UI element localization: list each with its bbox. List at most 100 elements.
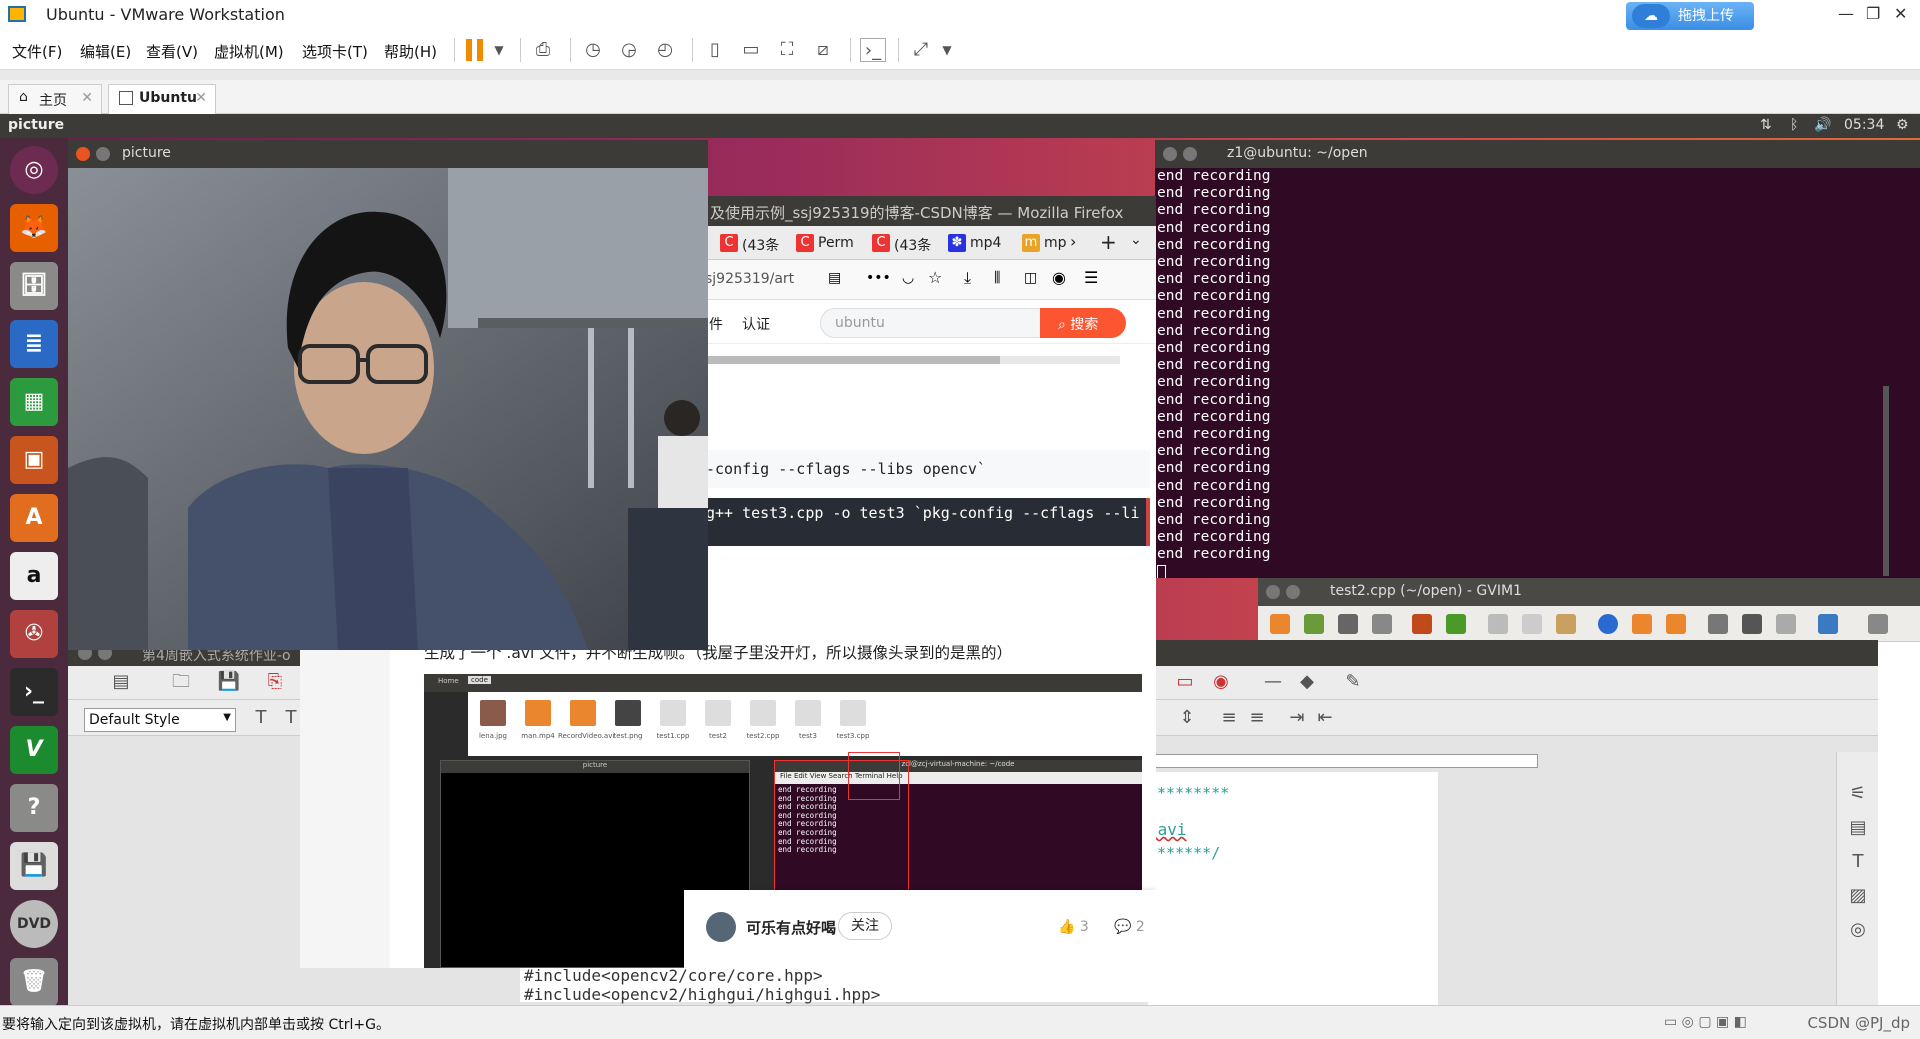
- minimize-icon[interactable]: [96, 147, 110, 161]
- redo-icon[interactable]: [1446, 614, 1466, 634]
- horizontal-ruler[interactable]: [1148, 754, 1538, 768]
- print-icon[interactable]: [1372, 614, 1392, 634]
- ubuntu-desktop[interactable]: picture ⇅ ᛒ 🔊 05:34 ⚙ ◎ 🦊 🗄 ≣ ▦ ▣ A a ✇ …: [0, 114, 1920, 1005]
- full-screen-icon[interactable]: ⛶: [774, 38, 800, 62]
- paragraph-style-select[interactable]: Default Style ▼: [84, 708, 236, 732]
- load-session-icon[interactable]: [1708, 614, 1728, 634]
- help-icon[interactable]: ?: [10, 784, 58, 832]
- libreoffice-calc-icon[interactable]: ▦: [10, 378, 58, 426]
- author-name[interactable]: 可乐有点好喝: [746, 917, 836, 938]
- software-center-icon[interactable]: A: [10, 494, 58, 542]
- vim-icon[interactable]: V: [10, 726, 58, 774]
- volume-icon[interactable]: 🔊: [1814, 117, 1831, 133]
- revert-snapshot-icon[interactable]: ◶: [616, 38, 642, 62]
- settings-gear-icon[interactable]: ⚙: [1896, 117, 1909, 133]
- terminal-scrollbar[interactable]: [1883, 386, 1889, 576]
- hamburger-menu-icon[interactable]: ☰: [1084, 268, 1098, 287]
- firefox-icon[interactable]: 🦊: [10, 204, 58, 252]
- minimize-icon[interactable]: —: [1838, 4, 1854, 23]
- save-all-icon[interactable]: [1338, 614, 1358, 634]
- run-script-icon[interactable]: [1776, 614, 1796, 634]
- increase-spacing-icon[interactable]: ≡: [1216, 706, 1242, 730]
- sidebar-icon[interactable]: ◫: [1024, 270, 1037, 286]
- nav-item-certification[interactable]: 认证: [742, 314, 770, 334]
- terminal-output[interactable]: end recording end recording end recording e…: [1157, 168, 1271, 578]
- close-icon[interactable]: ✕: [195, 90, 207, 106]
- libreoffice-impress-icon[interactable]: ▣: [10, 436, 58, 484]
- like-button[interactable]: 👍 3: [1058, 919, 1089, 935]
- cut-icon[interactable]: [1488, 614, 1508, 634]
- tags-icon[interactable]: [1868, 614, 1888, 634]
- device-status-icons[interactable]: ▭ ◎ ▢ ▣ ◧: [1664, 1014, 1747, 1030]
- browser-tab[interactable]: C Perm: [796, 232, 854, 256]
- close-icon[interactable]: [76, 147, 90, 161]
- bluetooth-icon[interactable]: ᛒ: [1790, 117, 1798, 133]
- dvd-icon[interactable]: DVD: [10, 900, 58, 948]
- insert-comment-icon[interactable]: ▭: [1172, 670, 1198, 694]
- close-icon[interactable]: ✕: [1894, 4, 1907, 23]
- search-button[interactable]: ⌕ 搜索: [1040, 308, 1126, 338]
- send-ctrl-alt-del-icon[interactable]: ⎙: [530, 38, 556, 62]
- console-view-icon[interactable]: ›_: [860, 38, 886, 62]
- find-replace-icon[interactable]: [1598, 614, 1618, 634]
- list-tabs-icon[interactable]: ⌄: [1130, 232, 1142, 248]
- decrease-spacing-icon[interactable]: ≡: [1244, 706, 1270, 730]
- nav-item-partial[interactable]: 件: [709, 314, 723, 334]
- snapshot-icon[interactable]: ◷: [580, 38, 606, 62]
- downloads-icon[interactable]: ⤓: [964, 268, 971, 288]
- picture-window[interactable]: picture: [68, 140, 708, 650]
- reader-view-icon[interactable]: ▤: [828, 270, 841, 286]
- menu-view[interactable]: 查看(V): [146, 41, 198, 62]
- minimize-icon[interactable]: [1183, 147, 1197, 161]
- search-input[interactable]: ubuntu: [820, 308, 1046, 338]
- menu-file[interactable]: 文件(F): [12, 41, 62, 62]
- system-settings-icon[interactable]: ✇: [10, 610, 58, 658]
- unity-icon[interactable]: ⧄: [810, 38, 836, 62]
- gallery-icon[interactable]: ▨: [1845, 884, 1871, 908]
- show-library-icon[interactable]: ▯: [702, 38, 728, 62]
- libreoffice-writer-icon[interactable]: ≣: [10, 320, 58, 368]
- upload-button[interactable]: ☁ 拖拽上传: [1626, 2, 1754, 30]
- find-previous-icon[interactable]: [1666, 614, 1686, 634]
- export-pdf-icon[interactable]: ⎘: [262, 670, 288, 694]
- url-bar[interactable]: sj925319/article/: [705, 268, 795, 292]
- close-icon[interactable]: ✕: [81, 90, 93, 106]
- draw-function-icon[interactable]: ✎: [1340, 670, 1366, 694]
- snapshot-manager-icon[interactable]: ◴: [652, 38, 678, 62]
- browser-tab[interactable]: ✽ mp4: [948, 232, 1001, 256]
- open-icon[interactable]: 🗀: [168, 670, 194, 694]
- tab-ubuntu[interactable]: Ubuntu ✕: [108, 84, 216, 114]
- browser-tab[interactable]: m mp: [1022, 232, 1067, 256]
- save-icon[interactable]: [1304, 614, 1324, 634]
- floppy-icon[interactable]: 💾: [10, 842, 58, 890]
- pocket-icon[interactable]: ◡: [902, 270, 914, 286]
- insert-line-icon[interactable]: —: [1260, 670, 1286, 694]
- properties-icon[interactable]: ⚟: [1845, 782, 1871, 806]
- close-icon[interactable]: [1163, 147, 1177, 161]
- menu-vm[interactable]: 虚拟机(M): [214, 41, 284, 62]
- comment-button[interactable]: 💬 2: [1114, 919, 1145, 935]
- new-document-icon[interactable]: ▤: [108, 670, 134, 694]
- terminal-window[interactable]: z1@ubuntu: ~/open end recording end recor…: [1155, 140, 1920, 578]
- close-icon[interactable]: [1266, 585, 1280, 599]
- styles-icon[interactable]: T: [1845, 850, 1871, 874]
- terminal-icon[interactable]: ›_: [10, 668, 58, 716]
- pause-dropdown-icon[interactable]: ▼: [486, 38, 512, 62]
- open-file-icon[interactable]: [1270, 614, 1290, 634]
- tab-home[interactable]: ⌂ 主页 ✕: [8, 84, 102, 114]
- stretch-guest-icon[interactable]: ⤢: [908, 38, 934, 62]
- save-session-icon[interactable]: [1742, 614, 1762, 634]
- follow-button[interactable]: 关注: [838, 912, 892, 940]
- paste-icon[interactable]: [1556, 614, 1576, 634]
- account-icon[interactable]: ◉: [1052, 268, 1066, 287]
- library-icon[interactable]: ⫼: [994, 270, 1000, 286]
- amazon-icon[interactable]: a: [10, 552, 58, 600]
- menu-tabs[interactable]: 选项卡(T): [302, 41, 368, 62]
- track-changes-icon[interactable]: ◉: [1208, 670, 1234, 694]
- find-next-icon[interactable]: [1632, 614, 1652, 634]
- trash-icon[interactable]: 🗑: [10, 958, 58, 1005]
- clock[interactable]: 05:34: [1844, 117, 1884, 133]
- increase-indent-icon[interactable]: ⇥: [1284, 706, 1310, 730]
- ubuntu-dash-icon[interactable]: ◎: [10, 146, 58, 194]
- save-icon[interactable]: 💾: [216, 670, 242, 694]
